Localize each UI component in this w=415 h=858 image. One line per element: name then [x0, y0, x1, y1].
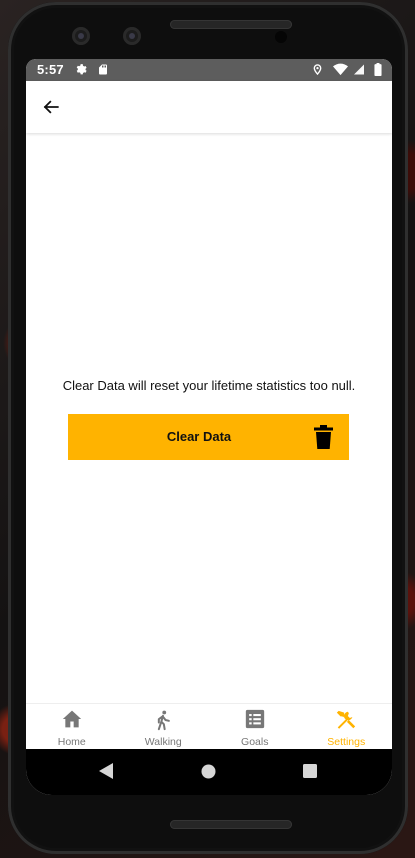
gear-icon: [76, 64, 87, 75]
back-triangle-icon[interactable]: [99, 763, 113, 779]
clear-data-label: Clear Data: [166, 429, 232, 444]
front-camera-secondary: [123, 27, 141, 45]
nav-item-goals[interactable]: Goals: [209, 704, 301, 750]
arrow-left-icon: [43, 100, 59, 114]
status-right-icons: [312, 63, 382, 78]
wifi-icon: [332, 63, 348, 76]
nav-label-walking: Walking: [144, 736, 182, 748]
list-icon: [245, 709, 264, 729]
tools-icon: [337, 710, 356, 729]
system-navigation-bar: [26, 749, 392, 795]
home-circle-icon[interactable]: [201, 764, 216, 779]
battery-icon: [374, 63, 382, 76]
clear-data-button[interactable]: Clear Data: [68, 414, 349, 460]
nav-label-home: Home: [57, 736, 86, 748]
back-button[interactable]: [38, 94, 64, 120]
status-left-icons: [74, 63, 109, 78]
nav-label-settings: Settings: [327, 736, 366, 748]
nav-item-settings[interactable]: Settings: [301, 704, 393, 750]
front-camera: [72, 27, 90, 45]
walking-icon: [158, 710, 171, 731]
bottom-speaker: [170, 820, 292, 829]
signal-icon: [354, 64, 365, 75]
nav-label-goals: Goals: [241, 736, 269, 748]
trash-icon: [314, 425, 333, 449]
home-icon: [62, 710, 81, 728]
nav-item-home[interactable]: Home: [26, 704, 118, 750]
location-icon: [313, 64, 322, 76]
sd-card-icon: [98, 64, 107, 75]
status-time: 5:57: [37, 62, 64, 77]
app-bar: [26, 81, 392, 133]
bottom-navigation: Home Walking Goals Settings: [26, 703, 392, 750]
top-speaker: [170, 20, 292, 29]
proximity-sensor: [275, 31, 287, 43]
clear-data-description: Clear Data will reset your lifetime stat…: [62, 378, 356, 393]
screen: 5:57 Clear Data will reset your lifetime…: [26, 59, 392, 795]
status-bar: 5:57: [26, 59, 392, 81]
settings-content: Clear Data will reset your lifetime stat…: [26, 133, 392, 703]
nav-item-walking[interactable]: Walking: [118, 704, 210, 750]
recents-square-icon[interactable]: [303, 764, 317, 778]
